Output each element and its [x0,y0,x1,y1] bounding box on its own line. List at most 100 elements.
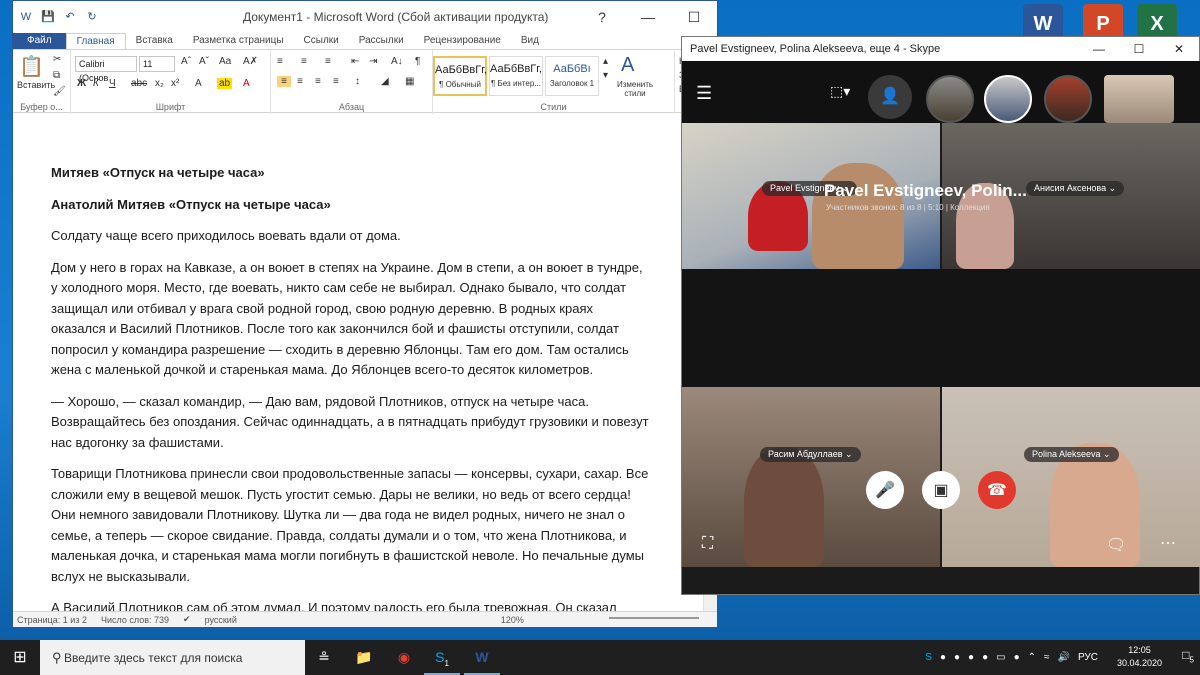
tab-view[interactable]: Вид [511,33,549,49]
format-painter-icon[interactable]: 🖌 [53,86,66,97]
decrease-indent-icon[interactable]: ⇤ [351,56,359,67]
snapshot-icon[interactable]: ⛶ [702,535,713,553]
change-styles-icon[interactable]: A [621,54,634,77]
font-color-icon[interactable]: A [243,78,250,89]
tab-mailings[interactable]: Рассылки [349,33,414,49]
chat-tray-icon[interactable]: ● [954,652,960,663]
word-app-icon[interactable]: W [19,10,33,24]
word-taskbar-icon[interactable]: W [464,640,500,675]
shading-icon[interactable]: ◢ [381,76,389,87]
start-button[interactable]: ⊞ [0,640,40,675]
cut-icon[interactable]: ✂ [53,54,61,65]
style-no-spacing[interactable]: АаБбВвГг, ¶ Без интер... [489,56,543,96]
task-view-icon[interactable]: ≗ [306,640,342,675]
language-indicator[interactable]: русский [205,615,237,625]
align-center-icon[interactable]: ≡ [297,76,303,87]
zoom-slider[interactable] [609,617,699,619]
tray-app-icon[interactable]: ● [968,652,974,663]
participant-name-tag[interactable]: Расим Абдуллаев ⌄ [760,447,861,462]
language-indicator[interactable]: РУС [1078,652,1098,663]
minimize-button[interactable]: — [625,1,671,33]
end-call-button[interactable]: ☎ [978,471,1016,509]
tab-home[interactable]: Главная [65,33,126,49]
grow-font-icon[interactable]: Aˆ [181,56,191,67]
clear-format-icon[interactable]: A✗ [243,56,258,67]
notification-icon[interactable]: □5 [1182,648,1194,664]
sort-icon[interactable]: A↓ [391,56,403,67]
show-hidden-icons[interactable]: ⌃ [1028,652,1036,663]
document-page[interactable]: Митяев «Отпуск на четыре часа» Анатолий … [13,125,717,613]
copy-icon[interactable]: ⧉ [53,70,60,81]
paste-button[interactable]: Вставить [17,80,55,90]
underline-button[interactable]: Ч [109,78,116,89]
numbering-icon[interactable]: ≡ [301,56,307,67]
help-icon[interactable]: ? [579,1,625,33]
line-spacing-icon[interactable]: ↕ [355,76,360,87]
maximize-button[interactable]: ☐ [671,1,717,33]
tab-layout[interactable]: Разметка страницы [183,33,294,49]
page-count[interactable]: Страница: 1 из 2 [17,615,87,625]
participant-thumbnail[interactable] [926,75,974,123]
styles-scroll-up-icon[interactable]: ▴ [603,56,608,67]
borders-icon[interactable]: ▦ [405,76,414,87]
style-heading-1[interactable]: АаБбВı Заголовок 1 [545,56,599,96]
video-button[interactable]: ▣ [922,471,960,509]
subscript-button[interactable]: x₂ [155,78,164,89]
undo-icon[interactable]: ↶ [63,10,77,24]
participant-thumbnail[interactable] [1104,75,1174,123]
network-icon[interactable]: ● [940,652,946,663]
change-case-icon[interactable]: Aa [219,56,231,67]
participant-thumbnail[interactable] [984,75,1032,123]
italic-button[interactable]: К [93,78,99,89]
tab-review[interactable]: Рецензирование [414,33,511,49]
proofing-icon[interactable]: ✔ [183,614,191,625]
menu-icon[interactable]: ☰ [696,83,712,104]
skype-close-button[interactable]: ✕ [1159,37,1199,61]
tab-insert[interactable]: Вставка [126,33,183,49]
microphone-button[interactable]: 🎤 [866,471,904,509]
chat-icon[interactable]: 🗨 [1106,535,1126,555]
paste-icon[interactable]: 📋 [19,54,44,79]
skype-minimize-button[interactable]: — [1079,37,1119,61]
add-participant-icon[interactable]: 👤 [868,75,912,119]
tab-file[interactable]: Файл [13,33,66,49]
redo-icon[interactable]: ↻ [85,10,99,24]
highlight-icon[interactable]: ab [217,78,233,89]
participant-name-tag[interactable]: Анисия Аксенова ⌄ [1026,181,1125,196]
wifi-icon[interactable]: ≈ [1044,652,1050,663]
text-effects-icon[interactable]: A [195,78,202,89]
show-marks-icon[interactable]: ¶ [415,56,420,67]
superscript-button[interactable]: x² [171,78,179,89]
skype-tray-icon[interactable]: S [925,652,932,663]
strikethrough-button[interactable]: abc [131,78,147,89]
zoom-level[interactable]: 120% [501,615,524,625]
word-count[interactable]: Число слов: 739 [101,615,169,625]
bold-button[interactable]: Ж [77,78,86,89]
clock[interactable]: 12:05 30.04.2020 [1117,644,1162,670]
save-icon[interactable]: 💾 [41,10,55,24]
change-styles-button[interactable]: Изменить стили [615,80,655,98]
more-options-icon[interactable]: ⋯ [1160,533,1176,553]
participant-thumbnail[interactable] [1044,75,1092,123]
video-tile[interactable]: Расим Абдуллаев ⌄ [682,387,940,567]
bullets-icon[interactable]: ≡ [277,56,283,67]
fit-screen-icon[interactable]: ⬚▾ [830,83,850,100]
skype-maximize-button[interactable]: ☐ [1119,37,1159,61]
justify-icon[interactable]: ≡ [333,76,339,87]
font-name-select[interactable]: Calibri (Основ [75,56,137,83]
align-right-icon[interactable]: ≡ [315,76,321,87]
participant-name-tag[interactable]: Polina Alekseeva ⌄ [1024,447,1119,462]
font-size-select[interactable]: 11 [139,56,175,72]
chrome-icon[interactable]: ◉ [386,640,422,675]
file-explorer-icon[interactable]: 📁 [346,640,382,675]
document-body[interactable]: Митяев «Отпуск на четыре часа» Анатолий … [51,163,651,613]
tab-references[interactable]: Ссылки [294,33,349,49]
style-normal[interactable]: АаБбВвГг, ¶ Обычный [433,56,487,96]
skype-taskbar-icon[interactable]: S1 [424,640,460,675]
increase-indent-icon[interactable]: ⇥ [369,56,377,67]
styles-scroll-down-icon[interactable]: ▾ [603,70,608,81]
volume-icon[interactable]: 🔊 [1058,652,1070,663]
tray-app-icon[interactable]: ● [982,652,988,663]
align-left-icon[interactable]: ≡ [277,76,291,87]
multilevel-list-icon[interactable]: ≡ [325,56,331,67]
